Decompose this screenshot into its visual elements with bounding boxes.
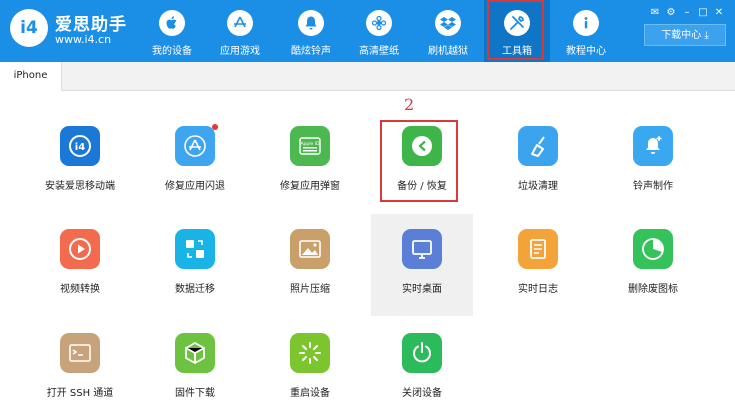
brand-url: www.i4.cn	[55, 33, 112, 46]
power-icon	[402, 333, 442, 373]
nav-label: 酷炫铃声	[291, 46, 331, 57]
svg-text:Apple ID: Apple ID	[300, 141, 320, 147]
info-icon	[573, 10, 599, 36]
tool-i4[interactable]: i4 安装爱思移动端	[29, 111, 131, 213]
nav-ringtones[interactable]: 酷炫铃声	[278, 0, 344, 62]
tool-label: 重启设备	[290, 388, 330, 399]
tool-monitor[interactable]: 实时桌面	[371, 214, 473, 316]
tool-box[interactable]: 固件下载	[144, 318, 246, 420]
tool-label: 关闭设备	[402, 388, 442, 399]
tool-label: 照片压缩	[290, 284, 330, 295]
window-controls: ✉ ⚙ – □ ✕	[648, 0, 728, 19]
nav-tutorial-center[interactable]: 教程中心	[553, 0, 619, 62]
i4-icon: i4	[60, 126, 100, 166]
app-store-icon	[175, 126, 215, 166]
bell-plus-icon	[633, 126, 673, 166]
play-icon	[60, 229, 100, 269]
pie-icon	[633, 229, 673, 269]
brand-name: 爱思助手	[55, 15, 127, 35]
nav-my-device[interactable]: 我的设备	[139, 0, 205, 62]
tool-label: 铃声制作	[633, 181, 673, 192]
flower-icon	[366, 10, 392, 36]
tool-label: 视频转换	[60, 284, 100, 295]
highlight-box-step-2	[380, 120, 458, 202]
tool-label: 数据迁移	[175, 284, 215, 295]
feedback-icon[interactable]: ✉	[648, 7, 662, 19]
tool-label: 实时桌面	[402, 284, 442, 295]
box-icon	[175, 333, 215, 373]
notification-dot	[212, 124, 218, 130]
migrate-icon	[175, 229, 215, 269]
app-store-icon	[227, 10, 253, 36]
nav-label: 高清壁纸	[359, 46, 399, 57]
tool-apple-id[interactable]: Apple ID 修复应用弹窗	[259, 111, 361, 213]
monitor-icon	[402, 229, 442, 269]
apple-icon	[159, 10, 185, 36]
close-icon[interactable]: ✕	[712, 7, 726, 19]
nav-label: 教程中心	[566, 46, 606, 57]
tool-broom[interactable]: 垃圾清理	[487, 111, 589, 213]
dropbox-icon	[435, 10, 461, 36]
nav-label: 刷机越狱	[428, 46, 468, 57]
tool-label: 删除废图标	[628, 284, 678, 295]
settings-icon[interactable]: ⚙	[664, 7, 678, 19]
tool-loading[interactable]: 重启设备	[259, 318, 361, 420]
tool-label: 固件下载	[175, 388, 215, 399]
tool-label: 修复应用弹窗	[280, 181, 340, 192]
tool-log[interactable]: 实时日志	[487, 214, 589, 316]
terminal-icon	[60, 333, 100, 373]
tool-app-store[interactable]: 修复应用闪退	[144, 111, 246, 213]
log-icon	[518, 229, 558, 269]
highlight-box-step-1	[487, 0, 544, 60]
tab-iphone[interactable]: iPhone	[0, 62, 62, 92]
tool-play[interactable]: 视频转换	[29, 214, 131, 316]
tool-label: 垃圾清理	[518, 181, 558, 192]
nav-label: 应用游戏	[220, 46, 260, 57]
tool-label: 修复应用闪退	[165, 181, 225, 192]
tool-photo[interactable]: 照片压缩	[259, 214, 361, 316]
step-number-2: 2	[404, 95, 415, 114]
svg-text:i4: i4	[75, 142, 85, 153]
device-tab-bar	[0, 62, 735, 91]
nav-wallpapers[interactable]: 高清壁纸	[346, 0, 412, 62]
tool-label: 实时日志	[518, 284, 558, 295]
tool-bell-plus[interactable]: 铃声制作	[602, 111, 704, 213]
broom-icon	[518, 126, 558, 166]
tool-terminal[interactable]: 打开 SSH 通道	[29, 318, 131, 420]
tool-pie[interactable]: 删除废图标	[602, 214, 704, 316]
i4-logo-icon: i4	[10, 9, 48, 47]
apple-id-icon: Apple ID	[290, 126, 330, 166]
tool-migrate[interactable]: 数据迁移	[144, 214, 246, 316]
top-navigation-bar: i4 爱思助手 www.i4.cn 我的设备 应用游戏 酷炫铃声 高清壁纸 刷机…	[0, 0, 735, 62]
loading-icon	[290, 333, 330, 373]
bell-icon	[298, 10, 324, 36]
nav-apps-games[interactable]: 应用游戏	[207, 0, 273, 62]
tool-power[interactable]: 关闭设备	[371, 318, 473, 420]
nav-label: 我的设备	[152, 46, 192, 57]
maximize-icon[interactable]: □	[696, 7, 710, 19]
tool-label: 打开 SSH 通道	[46, 388, 114, 399]
photo-icon	[290, 229, 330, 269]
download-center-button[interactable]: 下载中心 ⤓	[644, 24, 726, 46]
nav-flash-jailbreak[interactable]: 刷机越狱	[415, 0, 481, 62]
minimize-icon[interactable]: –	[680, 7, 694, 19]
tool-label: 安装爱思移动端	[45, 181, 115, 192]
